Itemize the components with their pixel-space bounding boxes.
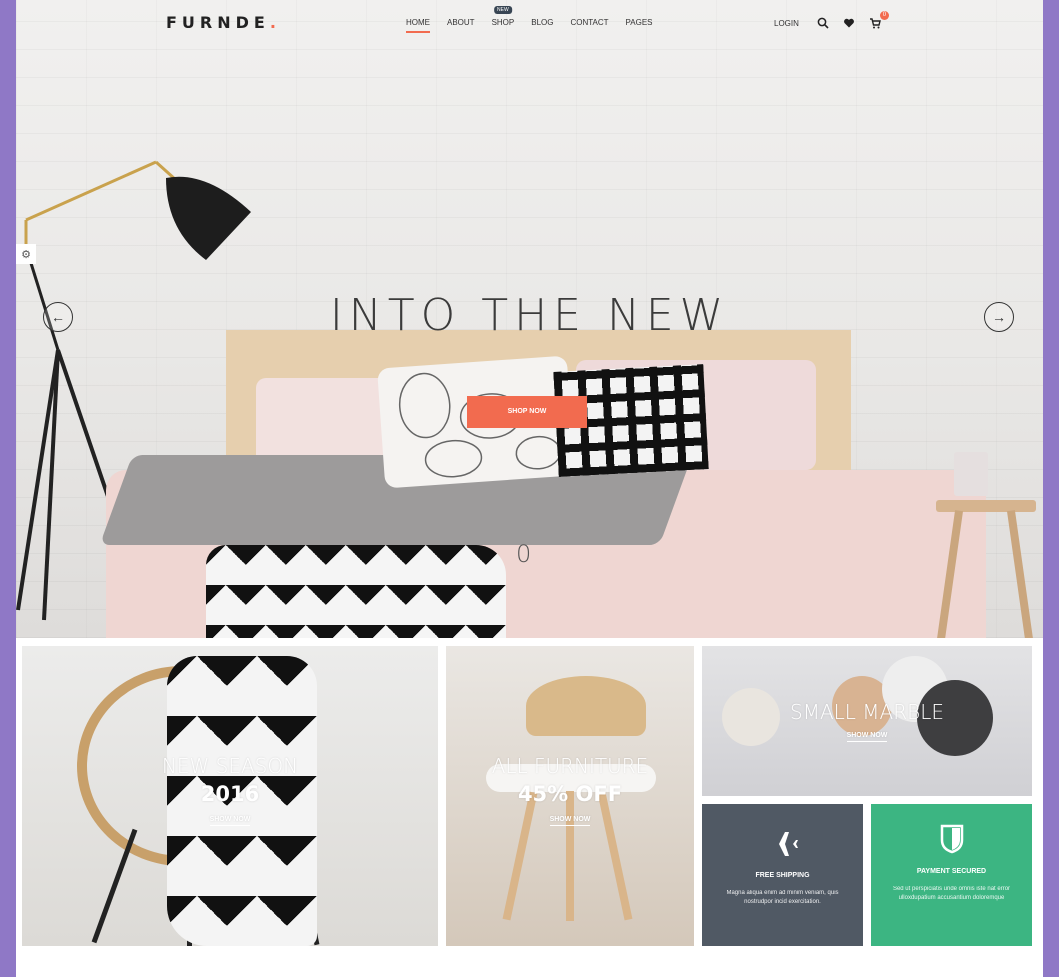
cart-count-badge: 0 — [879, 11, 889, 20]
nav-label: PAGES — [625, 18, 653, 27]
banner-title: ALL FURNITURE — [491, 754, 649, 778]
banner-subtitle: 45% OFF — [517, 782, 623, 806]
nav-label: HOME — [406, 18, 430, 27]
straw-hat-image — [526, 676, 646, 736]
mug — [954, 452, 988, 496]
heart-icon[interactable] — [843, 16, 857, 30]
shield-icon — [940, 824, 963, 854]
arrow-right-icon: → — [992, 309, 1006, 325]
shop-now-button[interactable]: SHOP NOW — [467, 396, 587, 428]
payment-secured-feature: PAYMENT SECURED Sed ut perspiciatis unde… — [871, 824, 1032, 903]
logo-text: FURNDE — [166, 13, 270, 32]
logo[interactable]: FURNDE. — [166, 13, 281, 32]
small-marble-text: SMALL MARBLE SHOW NOW — [702, 700, 1032, 742]
show-now-link[interactable]: SHOW NOW — [549, 816, 591, 826]
settings-toggle[interactable]: ⚙ — [16, 244, 36, 264]
nav-label: ABOUT — [447, 18, 475, 27]
next-slide-button[interactable]: → — [984, 302, 1014, 332]
nav-about[interactable]: ABOUT — [447, 18, 475, 27]
logo-dot: . — [269, 13, 281, 32]
page: INTO THE NEW SHOP NOW 0 ← → ⚙ FURNDE. HO… — [16, 0, 1043, 977]
banner-title: NEW SEASON — [161, 754, 299, 778]
nav-label: CONTACT — [570, 18, 609, 27]
prev-slide-button[interactable]: ← — [43, 302, 73, 332]
small-marble-banner[interactable]: SMALL MARBLE SHOW NOW — [702, 646, 1032, 796]
nav-pages[interactable]: PAGES — [626, 18, 653, 27]
new-badge: NEW — [494, 6, 512, 14]
hero-slider: INTO THE NEW SHOP NOW 0 ← → ⚙ — [16, 0, 1043, 638]
slide-number: 0 — [516, 540, 532, 568]
free-shipping-box: FREE SHIPPING Magna aliqua enim ad minim… — [702, 804, 863, 946]
main-nav: HOME ABOUT NEW SHOP BLOG CONTACT PAGES — [406, 6, 670, 33]
chair-leg — [91, 828, 138, 944]
cart-icon[interactable]: 0 — [869, 11, 889, 30]
nav-label: BLOG — [531, 18, 554, 27]
new-season-banner[interactable]: NEW SEASON 2016 SHOW NOW — [22, 646, 438, 946]
feature-title: PAYMENT SECURED — [916, 868, 987, 875]
new-season-text: NEW SEASON 2016 SHOW NOW — [22, 754, 438, 826]
payment-secured-box: PAYMENT SECURED Sed ut perspiciatis unde… — [871, 804, 1032, 946]
login-link[interactable]: LOGIN — [774, 19, 799, 28]
airplane-icon — [768, 832, 798, 856]
nav-home[interactable]: HOME — [406, 18, 430, 33]
search-icon[interactable] — [817, 16, 831, 30]
nav-contact[interactable]: CONTACT — [570, 18, 608, 27]
all-furniture-text: ALL FURNITURE 45% OFF SHOW NOW — [446, 754, 694, 826]
side-table — [936, 500, 1036, 512]
arrow-left-icon: ← — [51, 309, 65, 325]
nav-shop[interactable]: NEW SHOP — [491, 6, 515, 27]
geometric-throw — [206, 545, 506, 638]
site-header: FURNDE. HOME ABOUT NEW SHOP BLOG CONTACT … — [16, 0, 1043, 46]
header-actions: LOGIN 0 — [774, 11, 895, 30]
hero-title: INTO THE NEW — [329, 290, 730, 341]
feature-title: FREE SHIPPING — [755, 872, 810, 879]
gear-icon: ⚙ — [21, 248, 31, 261]
free-shipping-feature: FREE SHIPPING Magna aliqua enim ad minim… — [702, 830, 863, 907]
show-now-link[interactable]: SHOW NOW — [209, 816, 251, 826]
banner-subtitle: 2016 — [200, 782, 260, 806]
feature-desc: Magna aliqua enim ad minim veniam, quis … — [726, 890, 839, 905]
nav-blog[interactable]: BLOG — [531, 18, 553, 27]
show-now-link[interactable]: SHOW NOW — [846, 732, 888, 742]
nav-label: SHOP — [491, 18, 515, 27]
feature-desc: Sed ut perspiciatis unde omnis iste nat … — [892, 886, 1011, 901]
banner-title: SMALL MARBLE — [790, 700, 944, 724]
all-furniture-banner[interactable]: ALL FURNITURE 45% OFF SHOW NOW — [446, 646, 694, 946]
